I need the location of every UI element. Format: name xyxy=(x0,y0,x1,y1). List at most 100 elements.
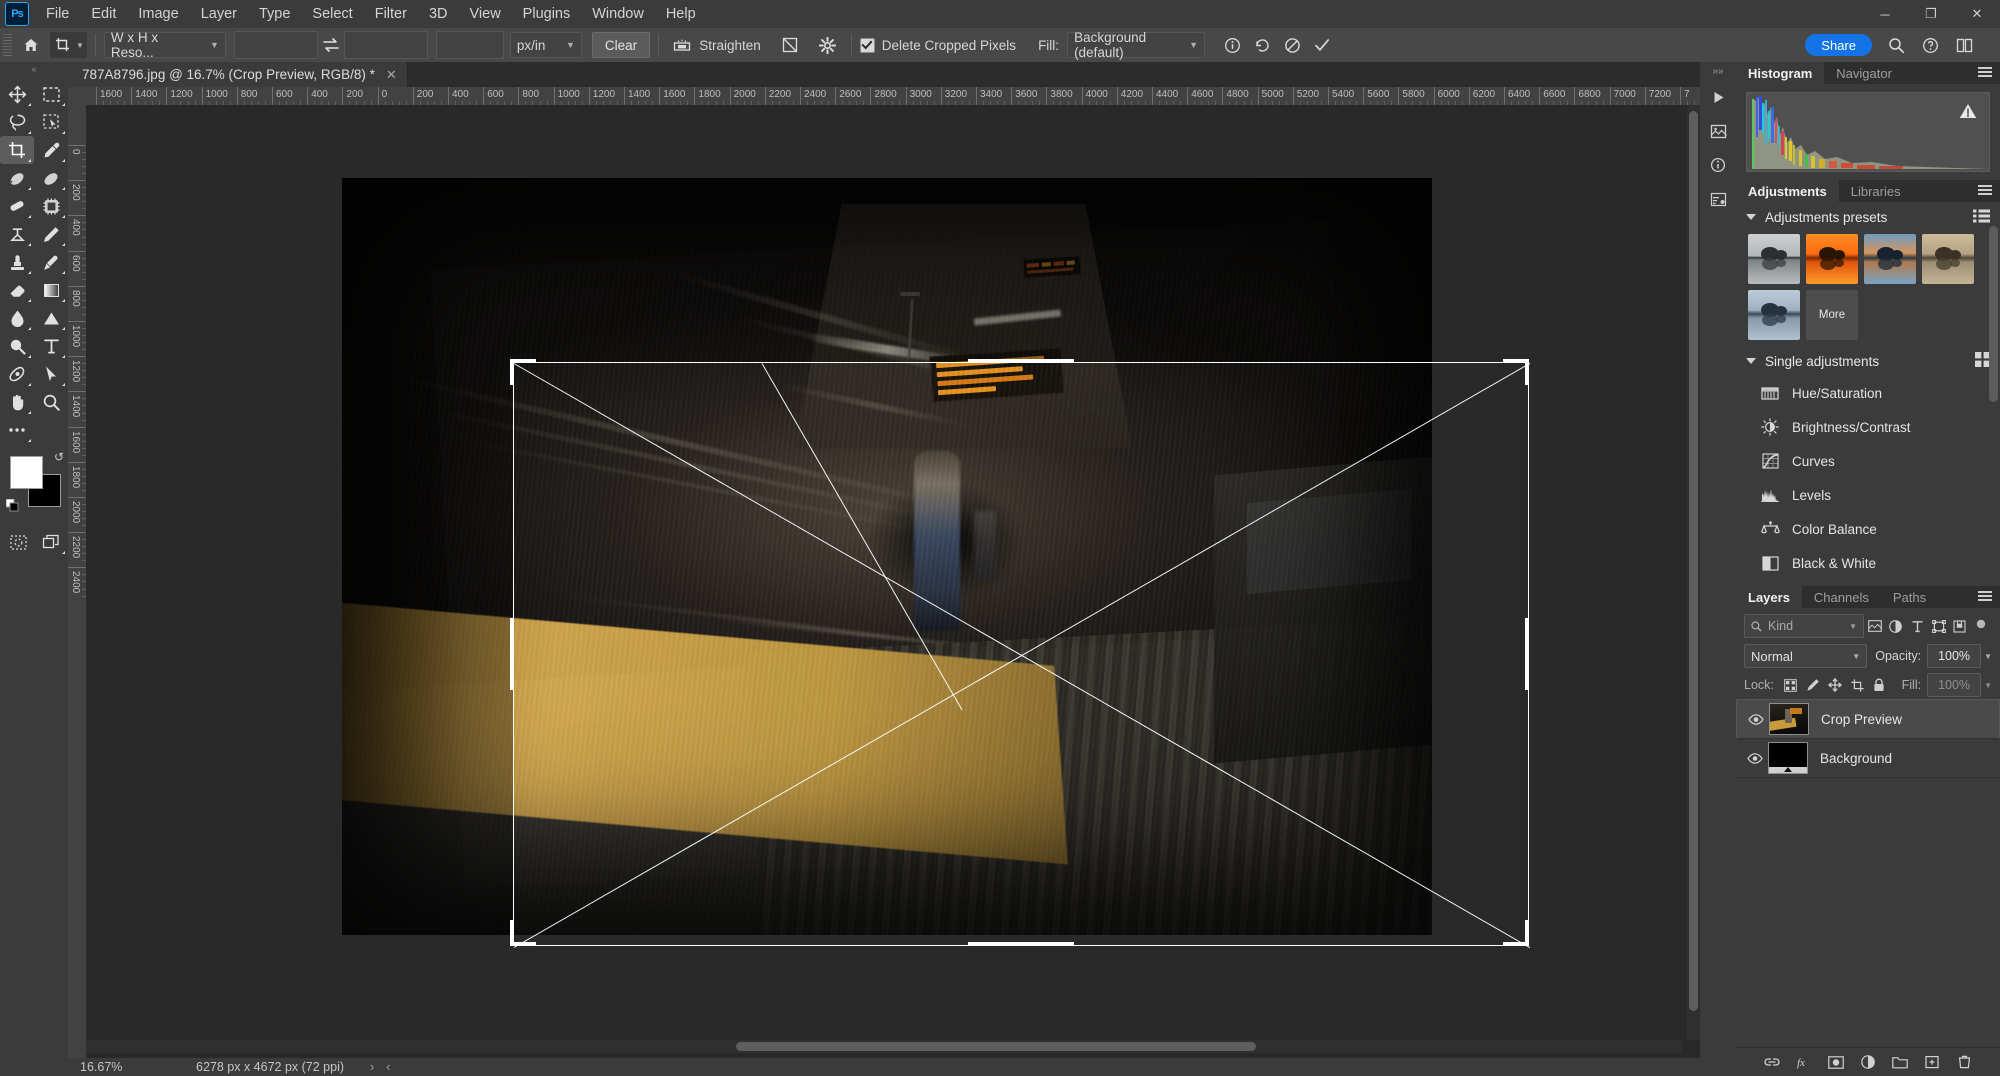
delete-cropped-pixels-checkbox[interactable]: Delete Cropped Pixels xyxy=(859,37,1016,53)
histogram-graph[interactable] xyxy=(1746,92,1990,172)
library-photos-icon[interactable] xyxy=(1700,114,1736,148)
new-adjustment-layer-icon[interactable] xyxy=(1859,1053,1877,1071)
panel-menu-icon[interactable] xyxy=(1978,591,1992,603)
adjustments-scrollbar[interactable] xyxy=(1989,226,1998,526)
blend-mode-select[interactable]: Normal ▼ xyxy=(1744,644,1868,668)
gear-icon[interactable] xyxy=(813,32,843,58)
straighten-icon[interactable] xyxy=(667,32,697,58)
adjustments-presets-section[interactable]: Adjustments presets xyxy=(1736,202,2000,232)
menu-window[interactable]: Window xyxy=(581,0,655,28)
menu-3d[interactable]: 3D xyxy=(418,0,459,28)
filter-toggle-icon[interactable] xyxy=(1971,615,1992,637)
scrollbar-thumb[interactable] xyxy=(1989,226,1998,402)
menu-help[interactable]: Help xyxy=(655,0,707,28)
layer-visibility-icon[interactable] xyxy=(1742,752,1768,764)
stamp-tool[interactable] xyxy=(0,248,34,276)
collapse-panels-icon[interactable]: »» xyxy=(1700,62,1736,80)
lock-transparent-pixels-icon[interactable] xyxy=(1780,675,1802,695)
tab-navigator[interactable]: Navigator xyxy=(1824,62,1904,84)
tool-preset-picker[interactable]: ▼ xyxy=(50,32,87,58)
swap-arrows-icon[interactable] xyxy=(318,37,344,53)
menu-type[interactable]: Type xyxy=(248,0,301,28)
screen-mode-icon[interactable] xyxy=(35,528,68,556)
tab-histogram[interactable]: Histogram xyxy=(1736,62,1825,84)
preset-card-warm-sunset[interactable] xyxy=(1806,234,1858,284)
move-tool[interactable] xyxy=(0,80,34,108)
dodge-tool[interactable] xyxy=(34,304,68,332)
pencil-tool[interactable] xyxy=(34,220,68,248)
lock-artboard-icon[interactable] xyxy=(1846,675,1868,695)
lock-image-pixels-icon[interactable] xyxy=(1802,675,1824,695)
fill-value[interactable]: 100% xyxy=(1927,673,1982,697)
layer-style-icon[interactable]: fx xyxy=(1795,1053,1813,1071)
grid-view-icon[interactable] xyxy=(1975,352,1990,370)
close-icon[interactable]: ✕ xyxy=(386,67,397,83)
lasso-tool[interactable] xyxy=(0,108,34,136)
cached-data-warning-icon[interactable] xyxy=(1959,103,1977,122)
layer-name[interactable]: Crop Preview xyxy=(1821,712,1902,727)
filter-smart-object-icon[interactable] xyxy=(1949,615,1970,637)
horizontal-ruler[interactable]: 1600 1400 1200 1000 800 600 400 200 0 200 400 600 80… xyxy=(68,87,1700,106)
crop-handle-bottom-center[interactable] xyxy=(968,942,1074,946)
blur-tool[interactable] xyxy=(0,304,34,332)
vertical-ruler[interactable]: 0 200 400 600 800 1000 1200 1400 1600 1800 2000 220… xyxy=(68,105,87,1058)
zoom-tool[interactable] xyxy=(34,388,68,416)
crop-height-input[interactable] xyxy=(343,31,428,59)
adjustment-black-and-white[interactable]: Black & White xyxy=(1736,546,2000,580)
gradient-tool[interactable] xyxy=(34,276,68,304)
adjustment-curves[interactable]: Curves xyxy=(1736,444,2000,478)
preset-card-bw[interactable] xyxy=(1748,234,1800,284)
menu-edit[interactable]: Edit xyxy=(80,0,127,28)
play-icon[interactable] xyxy=(1700,80,1736,114)
menu-select[interactable]: Select xyxy=(301,0,363,28)
document-tab[interactable]: 787A8796.jpg @ 16.7% (Crop Preview, RGB/… xyxy=(68,62,408,87)
close-button[interactable]: ✕ xyxy=(1954,0,2000,28)
opacity-value[interactable]: 100% xyxy=(1927,644,1982,668)
crop-bounding-box[interactable] xyxy=(513,362,1531,949)
crop-ratio-select[interactable]: W x H x Reso... ▼ xyxy=(103,30,226,60)
zoom-level[interactable]: 16.67% xyxy=(68,1060,158,1074)
canvas-vertical-scrollbar[interactable] xyxy=(1687,105,1700,1040)
search-icon[interactable] xyxy=(1884,34,1908,56)
path-selection-tool[interactable] xyxy=(34,360,68,388)
lock-position-icon[interactable] xyxy=(1824,675,1846,695)
chevron-down-icon[interactable]: ▼ xyxy=(1984,681,1992,690)
layer-thumbnail[interactable] xyxy=(1768,742,1808,774)
options-bar-grip[interactable] xyxy=(3,34,12,56)
scrollbar-thumb[interactable] xyxy=(1689,111,1698,1011)
fill-select[interactable]: Background (default) ▼ xyxy=(1067,30,1206,60)
tab-channels[interactable]: Channels xyxy=(1802,586,1881,608)
canvas-horizontal-scrollbar[interactable] xyxy=(86,1040,1682,1053)
crop-tool[interactable] xyxy=(0,136,34,164)
swap-colors-icon[interactable]: ↺ xyxy=(54,450,64,464)
crop-handle-bottom-left-v[interactable] xyxy=(510,920,514,946)
share-button[interactable]: Share xyxy=(1805,34,1872,56)
tab-adjustments[interactable]: Adjustments xyxy=(1736,180,1839,202)
crop-resolution-input[interactable] xyxy=(435,31,504,59)
burn-tool[interactable] xyxy=(0,332,34,360)
straighten-label[interactable]: Straighten xyxy=(699,38,761,53)
delete-layer-icon[interactable] xyxy=(1955,1053,1973,1071)
tab-layers[interactable]: Layers xyxy=(1736,586,1802,608)
pen-tool[interactable] xyxy=(0,360,34,388)
list-view-icon[interactable] xyxy=(1973,209,1990,226)
cancel-icon[interactable] xyxy=(1277,32,1307,58)
status-next-icon[interactable]: › xyxy=(370,1060,374,1074)
type-tool[interactable] xyxy=(34,332,68,360)
panel-menu-icon[interactable] xyxy=(1978,67,1992,79)
info-icon[interactable] xyxy=(1700,148,1736,182)
crop-width-input[interactable] xyxy=(233,31,318,59)
status-prev-icon[interactable]: ‹ xyxy=(386,1060,390,1074)
menu-file[interactable]: File xyxy=(35,0,80,28)
filter-shape-icon[interactable] xyxy=(1928,615,1949,637)
menu-plugins[interactable]: Plugins xyxy=(512,0,582,28)
filter-adjustment-icon[interactable] xyxy=(1885,615,1906,637)
tab-libraries[interactable]: Libraries xyxy=(1839,180,1913,202)
eyedropper-tool[interactable] xyxy=(34,136,68,164)
layer-row-background[interactable]: Background xyxy=(1736,739,2000,778)
layer-name[interactable]: Background xyxy=(1820,751,1892,766)
info-icon[interactable] xyxy=(1217,32,1247,58)
new-group-icon[interactable] xyxy=(1891,1053,1909,1071)
link-layers-icon[interactable] xyxy=(1763,1053,1781,1071)
adjustment-color-balance[interactable]: Color Balance xyxy=(1736,512,2000,546)
